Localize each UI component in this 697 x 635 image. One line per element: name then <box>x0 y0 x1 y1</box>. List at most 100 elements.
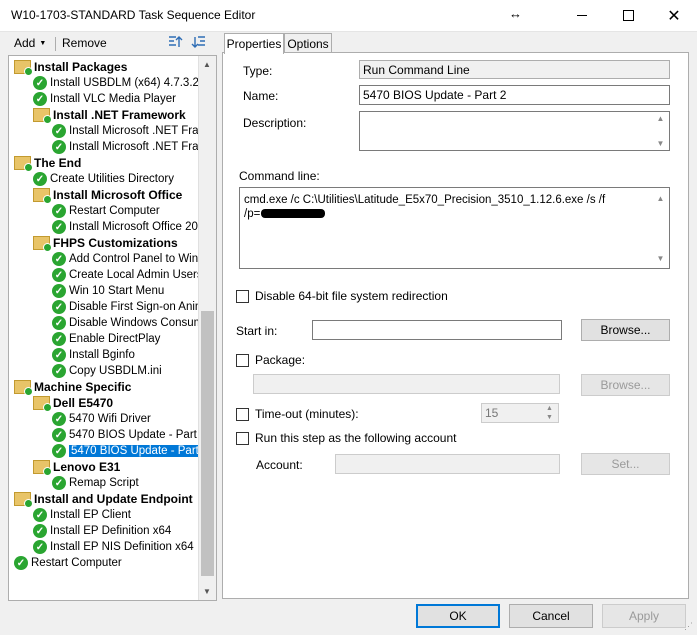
tree-step[interactable]: ✓ Install VLC Media Player <box>33 91 176 107</box>
tree-step[interactable]: ✓ Install Microsoft .NET Fram <box>52 123 208 139</box>
tree-node-label: Install USBDLM (x64) 4.7.3.2 <box>50 77 199 89</box>
account-label: Account: <box>256 458 303 472</box>
close-icon[interactable]: ✕ <box>651 0 697 31</box>
tree-group[interactable]: FHPS Customizations <box>33 235 178 252</box>
add-button-label: Add <box>14 36 36 50</box>
tree-step[interactable]: ✓ Add Control Panel to WinX <box>52 251 206 267</box>
check-icon: ✓ <box>52 204 66 218</box>
type-field: Run Command Line <box>359 60 670 79</box>
tree-node-label: Create Local Admin Users <box>69 269 203 281</box>
resize-grip-icon[interactable]: ⋰ <box>684 621 694 631</box>
disable-64bit-label: Disable 64-bit file system redirection <box>255 289 448 303</box>
tree-group[interactable]: Machine Specific <box>14 379 131 396</box>
description-label: Description: <box>243 116 307 130</box>
tree-step[interactable]: ✓ Restart Computer <box>14 555 122 571</box>
tree-step[interactable]: ✓ Install EP NIS Definition x64 <box>33 539 194 555</box>
check-icon: ✓ <box>33 540 47 554</box>
tree-node-label: Install Microsoft Office <box>53 188 183 202</box>
tree-step[interactable]: ✓ Restart Computer <box>52 203 160 219</box>
command-line-label: Command line: <box>239 169 320 183</box>
tree-step[interactable]: ✓ Win 10 Start Menu <box>52 283 164 299</box>
tree-step[interactable]: ✓ Install EP Client <box>33 507 131 523</box>
folder-icon <box>33 108 52 124</box>
package-checkbox[interactable] <box>236 354 249 367</box>
tree-node-label: Install Microsoft Office 201 <box>69 221 205 233</box>
tree-node-label: Install Microsoft .NET Fram <box>69 125 209 137</box>
tree-node-label: Remap Script <box>69 477 139 489</box>
move-down-icon[interactable] <box>191 34 207 50</box>
check-icon: ✓ <box>52 268 66 282</box>
check-icon: ✓ <box>33 172 47 186</box>
tree-group[interactable]: Dell E5470 <box>33 395 113 412</box>
tree-group[interactable]: Lenovo E31 <box>33 459 120 476</box>
tree-step[interactable]: ✓ 5470 BIOS Update - Part 2 <box>52 443 211 459</box>
scroll-down-icon[interactable]: ▼ <box>203 587 211 596</box>
cancel-button[interactable]: Cancel <box>509 604 593 628</box>
tree-node-label: Install EP NIS Definition x64 <box>50 541 194 553</box>
check-icon: ✓ <box>14 556 28 570</box>
tree-node-label: Install Microsoft .NET Fram <box>69 141 209 153</box>
tree-step[interactable]: ✓ Enable DirectPlay <box>52 331 160 347</box>
maximize-icon[interactable] <box>605 0 651 31</box>
tab-options[interactable]: Options <box>284 33 332 53</box>
check-icon: ✓ <box>52 476 66 490</box>
folder-icon <box>33 188 52 204</box>
tree-step[interactable]: ✓ Install Microsoft .NET Fram <box>52 139 208 155</box>
tree-node-label: Install EP Client <box>50 509 131 521</box>
tree-group[interactable]: Install .NET Framework <box>33 107 186 124</box>
check-icon: ✓ <box>52 284 66 298</box>
package-label: Package: <box>255 353 306 367</box>
browse-start-in-button[interactable]: Browse... <box>581 319 670 341</box>
move-up-icon[interactable] <box>167 34 183 50</box>
tree-step[interactable]: ✓ Install Bginfo <box>52 347 135 363</box>
folder-icon <box>14 60 33 76</box>
tree-group[interactable]: Install and Update Endpoint <box>14 491 193 508</box>
remove-button[interactable]: Remove <box>62 36 107 50</box>
apply-button: Apply <box>602 604 686 628</box>
tree-step[interactable]: ✓ Install USBDLM (x64) 4.7.3.2 <box>33 75 199 91</box>
run-as-label: Run this step as the following account <box>255 431 457 445</box>
set-account-button: Set... <box>581 453 670 475</box>
tree-step[interactable]: ✓ Disable First Sign-on Anima <box>52 299 211 315</box>
tree-group[interactable]: Install Microsoft Office <box>33 187 183 204</box>
task-sequence-tree[interactable]: Install Packages ✓ Install USBDLM (x64) 4.… <box>8 55 217 601</box>
tree-step[interactable]: ✓ Create Local Admin Users <box>52 267 203 283</box>
tab-properties[interactable]: Properties <box>224 33 284 54</box>
command-line-scrollbar[interactable]: ▲ ▼ <box>653 192 668 266</box>
minimize-icon[interactable] <box>559 0 605 31</box>
tree-step[interactable]: ✓ Install Microsoft Office 201 <box>52 219 204 235</box>
folder-icon <box>14 380 33 396</box>
title-bar[interactable]: W10-1703-STANDARD Task Sequence Editor ↔… <box>0 0 697 32</box>
tree-step[interactable]: ✓ 5470 BIOS Update - Part 1 <box>52 427 206 443</box>
tree-step[interactable]: ✓ Disable Windows Consume <box>52 315 210 331</box>
name-field[interactable]: 5470 BIOS Update - Part 2 <box>359 85 670 105</box>
description-scrollbar[interactable]: ▲ ▼ <box>653 114 668 148</box>
folder-icon <box>33 396 52 412</box>
tree-group[interactable]: The End <box>14 155 81 172</box>
scroll-up-icon[interactable]: ▲ <box>203 60 211 69</box>
tree-step[interactable]: ✓ 5470 Wifi Driver <box>52 411 151 427</box>
tree-step[interactable]: ✓ Remap Script <box>52 475 139 491</box>
tree-group[interactable]: Install Packages <box>14 59 127 76</box>
tree-step[interactable]: ✓ Create Utilities Directory <box>33 171 174 187</box>
start-in-field[interactable] <box>312 320 562 340</box>
check-icon: ✓ <box>52 348 66 362</box>
tree-node-label: Install VLC Media Player <box>50 93 176 105</box>
check-icon: ✓ <box>33 524 47 538</box>
tree-scrollbar[interactable]: ▲ ▼ <box>198 56 216 600</box>
check-icon: ✓ <box>52 124 66 138</box>
tree-scroll-thumb[interactable] <box>201 311 214 576</box>
timeout-checkbox[interactable] <box>236 408 249 421</box>
description-field[interactable]: ▲ ▼ <box>359 111 670 151</box>
command-line-field[interactable]: cmd.exe /c C:\Utilities\Latitude_E5x70_P… <box>239 187 670 269</box>
timeout-stepper: 15 ▲ ▼ <box>481 403 559 423</box>
tree-node-label: Copy USBDLM.ini <box>69 365 162 377</box>
disable-64bit-checkbox[interactable] <box>236 290 249 303</box>
ok-button[interactable]: OK <box>416 604 500 628</box>
tree-node-label: Restart Computer <box>69 205 160 217</box>
tree-step[interactable]: ✓ Install EP Definition x64 <box>33 523 171 539</box>
tree-node-label: Install Bginfo <box>69 349 135 361</box>
add-button[interactable]: Add ▼ <box>14 36 46 50</box>
run-as-checkbox[interactable] <box>236 432 249 445</box>
tree-step[interactable]: ✓ Copy USBDLM.ini <box>52 363 162 379</box>
